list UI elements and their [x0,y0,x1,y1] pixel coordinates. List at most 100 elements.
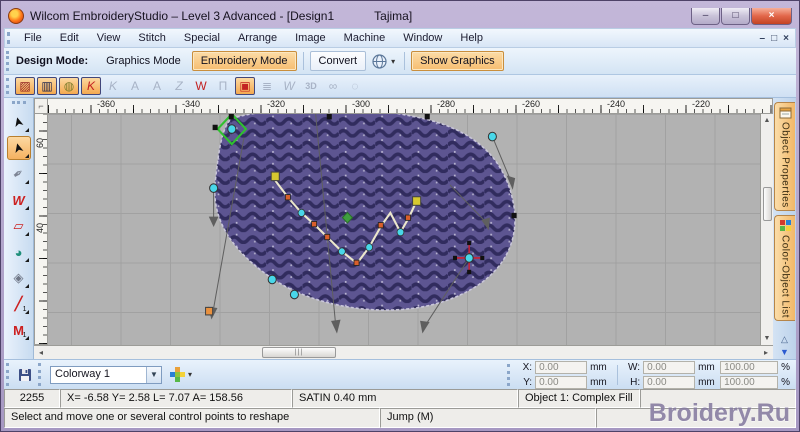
menu-item[interactable]: Stitch [129,30,175,46]
triple-run-tool[interactable]: M 1 [7,318,31,342]
title-bar: Wilcom EmbroideryStudio – Level 3 Advanc… [4,4,796,28]
status-bar-bottom: Select and move one or several control p… [4,408,796,428]
menu-item[interactable]: Machine [335,30,395,46]
object-properties-icon [779,107,791,119]
panel-scroll-arrows: △ ▼ [780,334,789,357]
closed-shape-tool[interactable]: ▱ [7,214,31,238]
colorway-select[interactable]: Colorway 1 ▼ [50,365,162,384]
scale-x-field[interactable] [720,360,779,374]
h-label: H: [630,376,641,388]
canvas-area: ⌐ -360 -340 -320 -300 -280 -260 -240 -220 60 40 [34,98,773,359]
ruler-corner-button[interactable]: ⌐ [34,98,48,114]
reshape-node-tool[interactable]: ◈ [7,266,31,290]
tab-object-properties[interactable]: Object Properties [774,102,795,211]
maximize-button[interactable]: □ [721,7,750,25]
ruler-label: -320 [267,99,286,109]
window-title-doc: Tajima] [374,9,413,23]
trueview-icon[interactable]: ∞ [323,77,343,95]
toolbar-grip[interactable] [6,363,12,386]
reshape-handle [205,306,214,316]
design-canvas[interactable] [48,114,760,345]
menu-item[interactable]: View [88,30,130,46]
x-field[interactable] [535,360,588,374]
mdi-restore-button[interactable]: □ [771,33,777,44]
hoop-globe-dropdown[interactable]: ▾ [367,51,399,72]
curved-fill-icon[interactable]: K [81,77,101,95]
separator [302,52,304,70]
pointer-coordinates: X= -6.58 Y= 2.58 L= 7.07 A= 158.56 [60,389,292,408]
minimize-button[interactable]: – [691,7,720,25]
menu-item[interactable]: Special [175,30,229,46]
pattern-fill-icon[interactable]: ▨ [15,77,35,95]
motif-fill-icon[interactable]: ◍ [59,77,79,95]
scroll-left-button[interactable]: ◂ [34,346,48,359]
toolbar-grip[interactable] [11,101,26,107]
close-button[interactable]: × [751,7,792,25]
toolbar-grip[interactable] [507,363,513,386]
machine-function: Jump (M) [380,408,596,428]
menu-items: File Edit View Stitch Special Arrange Image Mac… [15,30,492,46]
lettering-tool[interactable]: W [7,188,31,212]
horizontal-scroll-thumb[interactable]: ||| [262,347,336,358]
scroll-down-button[interactable]: ▼ [764,332,771,345]
globe-icon [372,53,387,69]
toolbar-grip[interactable] [7,32,13,44]
select-object-tool[interactable]: ➤ [7,110,31,134]
stitch-type-info: SATIN 0.40 mm [292,389,518,408]
scroll-up-button[interactable]: ▲ [764,114,771,127]
stemstitch-icon[interactable]: W [279,77,299,95]
square-stitch-icon[interactable]: Π [213,77,233,95]
width-field[interactable] [643,360,696,374]
vertical-scroll-thumb[interactable] [762,187,772,221]
mdi-minimize-button[interactable]: – [760,33,766,44]
save-colorway-button[interactable] [14,364,36,386]
workspace: ➤ ➤ ✒ W ▱ ◕ ◈ ╱ 1 M 1 ⌐ -360 -340 -320 -… [4,98,796,359]
y-field[interactable] [535,375,588,389]
menu-item[interactable]: Window [394,30,451,46]
run-stitch-tool[interactable]: ╱ 1 [7,292,31,316]
status-bar-top: 2255 X= -6.58 Y= 2.58 L= 7.07 A= 158.56 … [4,389,796,408]
ruler-label: -240 [607,99,626,109]
hoop-display-icon[interactable]: ◌ [345,77,365,95]
menu-item[interactable]: File [15,30,51,46]
menu-item[interactable]: Arrange [229,30,286,46]
embroidery-mode-button[interactable]: Embroidery Mode [191,51,297,71]
motif-run-icon[interactable]: ▣ [235,77,255,95]
colorway-palette-dropdown[interactable]: ▾ [170,367,192,382]
menu-item[interactable]: Image [286,30,335,46]
stitch-icons: ▨ ▥ ◍ K K A A Z W Π ▣ ≣ W 3D ∞ ◌ [14,77,366,95]
horizontal-scrollbar[interactable]: ◂ ||| ▸ [34,345,773,359]
reshape-object-tool[interactable]: ➤ [6,136,31,160]
zigzag-stitch-icon[interactable]: W [191,77,211,95]
vertical-scrollbar[interactable]: ▲ ▼ [760,114,773,345]
toolbar-grip[interactable] [38,363,44,386]
satin-stitch-icon[interactable]: A [125,77,145,95]
3d-warp-icon[interactable]: 3D [301,77,321,95]
mdi-close-button[interactable]: × [783,33,789,44]
tatami-fill-icon[interactable]: ▥ [37,77,57,95]
knife-tool[interactable]: ✒ [7,162,31,186]
canvas-row: 60 40 ▲ ▼ [34,114,773,345]
toolbar-grip[interactable] [6,51,12,71]
scale-y-field[interactable] [720,375,779,389]
menu-item[interactable]: Edit [51,30,88,46]
h-unit: mm [698,376,715,388]
program-split-icon[interactable]: Z [169,77,189,95]
combo-dropdown-icon[interactable]: ▼ [146,366,161,383]
scroll-right-button[interactable]: ▸ [759,346,773,359]
panel-scroll-down-icon[interactable]: ▼ [780,347,789,357]
contour-fill-icon[interactable]: K [103,77,123,95]
menu-item[interactable]: Help [451,30,492,46]
position-size-fields: X: mm Y: mm W: mm H: [505,360,796,389]
graphics-mode-button[interactable]: Graphics Mode [97,51,190,71]
height-field[interactable] [643,375,696,389]
show-graphics-button[interactable]: Show Graphics [411,51,504,71]
selected-object-info: Object 1: Complex Fill [518,389,640,408]
toolbar-grip[interactable] [6,78,12,94]
raised-satin-icon[interactable]: A [147,77,167,95]
backstitch-icon[interactable]: ≣ [257,77,277,95]
ellipse-star-tool[interactable]: ◕ [7,240,31,264]
panel-scroll-up-icon[interactable]: △ [780,334,789,345]
convert-button[interactable]: Convert [309,51,367,71]
tab-color-object-list[interactable]: Color-Object List [774,214,795,321]
